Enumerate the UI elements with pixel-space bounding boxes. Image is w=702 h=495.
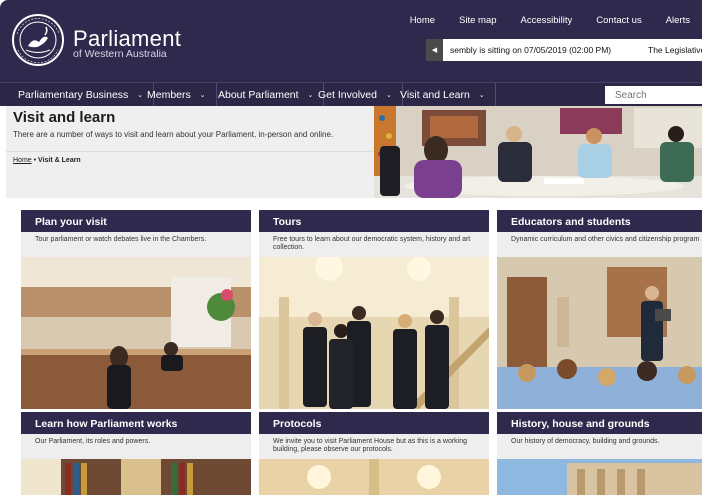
chevron-down-icon: ⌄ [478,91,485,99]
page-title: Visit and learn [13,109,116,126]
breadcrumb-separator: • [33,157,37,164]
nav-item-members[interactable]: Members ⌄ [137,83,217,106]
nav-item-label: Get Involved [318,88,377,101]
card-description: Dynamic curriculum and other civics and … [497,232,702,257]
card-title[interactable]: Tours [259,210,489,232]
breadcrumb-current: Visit & Learn [38,157,81,164]
nav-item-label: About Parliament [218,88,299,101]
card-title[interactable]: Plan your visit [21,210,251,232]
card-description: Free tours to learn about our democratic… [259,232,489,257]
card-protocols[interactable]: Protocols We invite you to visit Parliam… [259,412,489,495]
brand-subtitle: of Western Australia [73,48,167,60]
utility-links: Home Site map Accessibility Contact us A… [410,15,690,26]
accessibility-link[interactable]: Accessibility [521,15,573,26]
card-title[interactable]: History, house and grounds [497,412,702,434]
nav-item-parliamentary-business[interactable]: Parliamentary Business ⌄ [8,83,155,106]
intro-panel: Visit and learn There are a number of wa… [6,106,374,198]
nav-item-get-involved[interactable]: Get Involved ⌄ [308,83,403,106]
search-input[interactable] [605,86,702,104]
card-title[interactable]: Learn how Parliament works [21,412,251,434]
nav-item-label: Visit and Learn [400,88,470,101]
card-educators-and-students[interactable]: Educators and students Dynamic curriculu… [497,210,702,409]
main-navigation: Parliamentary Business ⌄ Members ⌄ About P… [0,82,702,106]
site-map-link[interactable]: Site map [459,15,497,26]
hero-meeting-image [374,106,702,198]
card-image-library[interactable] [21,459,251,495]
card-title[interactable]: Protocols [259,412,489,434]
intro-text: There are a number of ways to visit and … [13,130,334,139]
card-image-tour-group[interactable] [259,257,489,409]
breadcrumb-home-link[interactable]: Home [13,157,32,164]
parliament-crest-logo[interactable] [11,12,65,68]
nav-item-label: Parliamentary Business [18,88,129,101]
card-learn-how-parliament-works[interactable]: Learn how Parliament works Our Parliamen… [21,412,251,495]
ticker-prev-button[interactable]: ◀ [426,39,443,61]
divider [6,151,374,152]
nav-item-label: Members [147,88,191,101]
card-description: We invite you to visit Parliament House … [259,434,489,459]
home-link[interactable]: Home [410,15,435,26]
chevron-down-icon: ⌄ [199,91,206,99]
card-image-building[interactable] [497,459,702,495]
triangle-left-icon: ◀ [431,47,438,54]
sitting-ticker: ◀ sembly is sitting on 07/05/2019 (02:00… [426,39,702,61]
alerts-link[interactable]: Alerts [666,15,690,26]
card-image-reception[interactable] [21,257,251,409]
site-header: Parliament of Western Australia Home Sit… [0,0,702,82]
card-image-hallway[interactable] [259,459,489,495]
card-history-house-and-grounds[interactable]: History, house and grounds Our history o… [497,412,702,495]
nav-item-visit-and-learn[interactable]: Visit and Learn ⌄ [390,83,496,106]
nav-item-about-parliament[interactable]: About Parliament ⌄ [208,83,325,106]
contact-us-link[interactable]: Contact us [596,15,641,26]
card-image-students[interactable] [497,257,702,409]
card-description: Our history of democracy, building and g… [497,434,702,459]
card-plan-your-visit[interactable]: Plan your visit Tour parliament or watch… [21,210,251,409]
card-description: Our Parliament, its roles and powers. [21,434,251,459]
ticker-message-next[interactable]: The Legislative [648,45,702,55]
card-tours[interactable]: Tours Free tours to learn about our demo… [259,210,489,409]
card-title[interactable]: Educators and students [497,210,702,232]
card-description: Tour parliament or watch debates live in… [21,232,251,257]
ticker-message[interactable]: sembly is sitting on 07/05/2019 (02:00 P… [450,45,611,55]
breadcrumb: Home • Visit & Learn [13,157,81,164]
